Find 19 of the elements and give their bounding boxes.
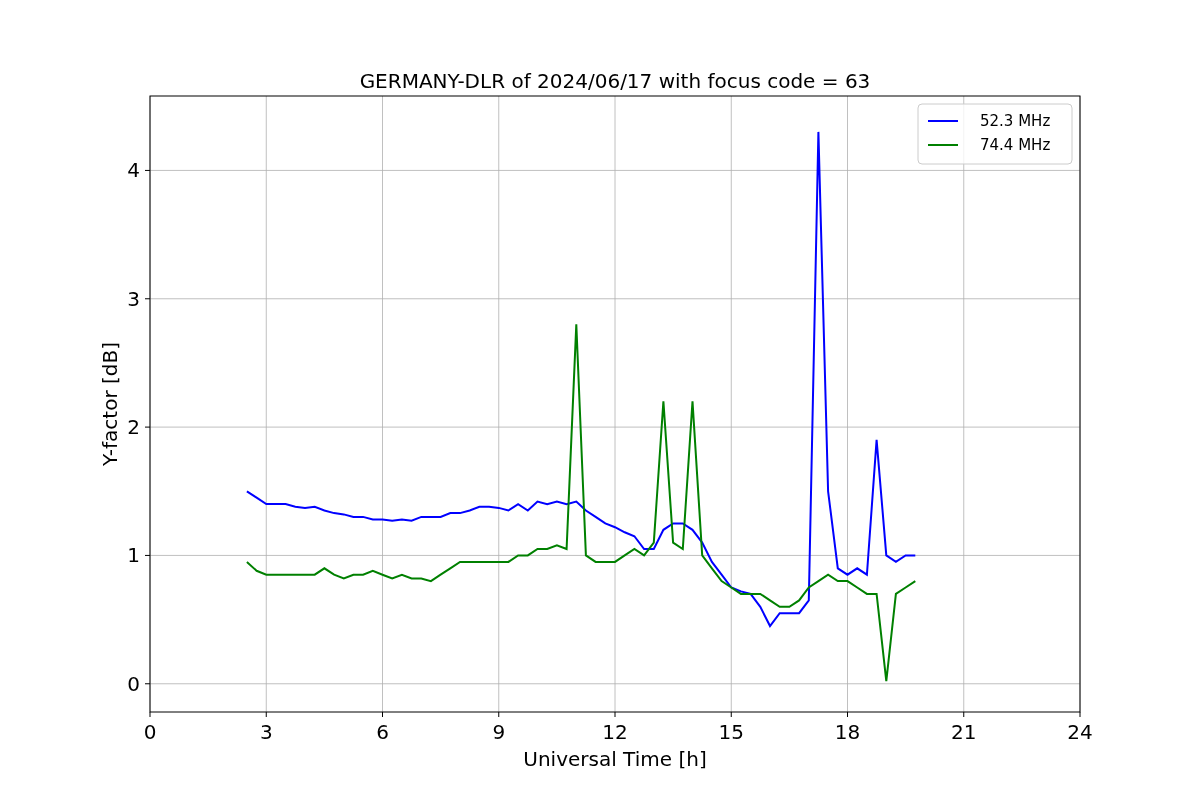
tick-label: 1 [127, 543, 140, 568]
tick-label: 0 [143, 720, 157, 744]
legend-label: 74.4 MHz [980, 136, 1051, 154]
tick-label: 18 [834, 720, 861, 744]
tick-label: 3 [127, 286, 140, 311]
x-axis-label: Universal Time [h] [523, 747, 707, 771]
tick-label: 0 [127, 671, 140, 696]
tick-label: 2 [127, 415, 140, 440]
tick-label: 6 [376, 720, 389, 744]
chart-title: GERMANY-DLR of 2024/06/17 with focus code = 63 [359, 69, 871, 93]
tick-label: 4 [127, 158, 140, 183]
y-axis-label: Y-factor [dB] [98, 342, 122, 466]
tick-label: 15 [718, 720, 744, 744]
tick-label: 3 [259, 720, 273, 744]
tick-label: 9 [492, 720, 506, 744]
tick-label: 24 [1067, 720, 1093, 744]
tick-label: 21 [951, 720, 977, 744]
tick-label: 12 [602, 720, 628, 744]
legend-label: 52.3 MHz [980, 112, 1051, 130]
